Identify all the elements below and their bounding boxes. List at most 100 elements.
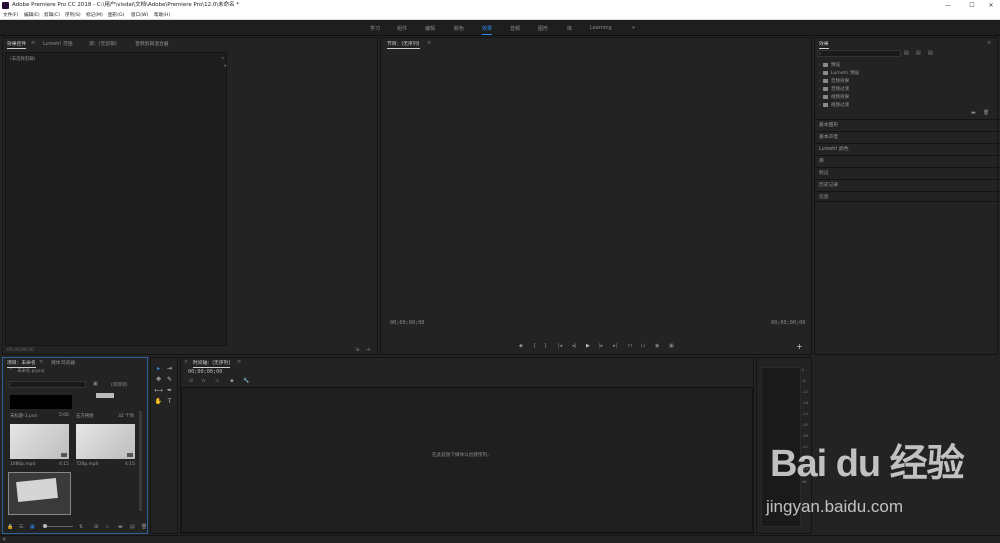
menu-file[interactable]: 文件(F) [3, 11, 18, 20]
workspace-color[interactable]: 颜色 [454, 25, 464, 32]
close-button[interactable]: ✕ [981, 0, 1000, 11]
panel-menu-icon[interactable]: ≡ [31, 40, 35, 46]
selection-tool-icon[interactable]: ▸ [154, 364, 163, 373]
new-bin-icon[interactable]: ▬ [971, 110, 976, 116]
go-to-out-icon[interactable]: ▸| [613, 343, 617, 349]
workspace-graphics[interactable]: 图形 [538, 25, 548, 32]
new-search-bin-icon[interactable]: ▣ [93, 381, 98, 387]
zoom-slider[interactable] [43, 524, 73, 528]
workspace-effects[interactable]: 效果 [482, 25, 493, 35]
extract-icon[interactable]: ⊔ [641, 343, 645, 349]
workspace-assembly[interactable]: 组件 [397, 25, 407, 32]
icon-view-icon[interactable]: ▦ [30, 524, 35, 530]
section-libraries[interactable]: 库 [815, 155, 1000, 166]
section-info[interactable]: 信息 [815, 191, 1000, 202]
hand-tool-icon[interactable]: ✋ [154, 397, 163, 406]
linked-selection-icon[interactable]: ⊃ [215, 378, 219, 384]
button-editor-add-icon[interactable]: + [796, 342, 803, 351]
section-lumetri-color[interactable]: Lumetri 颜色 [815, 143, 1000, 154]
effects-search-input[interactable]: ⌕ [817, 50, 901, 57]
tree-item-audio-transitions[interactable]: › 音频过渡 [819, 86, 849, 92]
menu-marker[interactable]: 标记(M) [86, 11, 103, 20]
section-markers[interactable]: 标记 [815, 167, 1000, 178]
new-item-icon[interactable]: ▤ [130, 524, 135, 530]
find-icon[interactable]: ⌕ [106, 524, 109, 530]
menu-edit[interactable]: 编辑(E) [24, 11, 40, 20]
nest-icon[interactable]: ⊙ [189, 378, 193, 384]
slip-tool-icon[interactable]: ⟷ [154, 386, 163, 395]
section-essential-sound[interactable]: 基本声音 [815, 131, 1000, 142]
tree-item-presets[interactable]: › 预设 [819, 62, 840, 68]
program-monitor-title[interactable]: 节目：(无序列) [387, 40, 420, 49]
maximize-button[interactable]: ☐ [962, 0, 982, 11]
pen-tool-icon[interactable]: ✒ [165, 386, 174, 395]
workspace-editing[interactable]: 编辑 [425, 25, 435, 32]
timeline-settings-icon[interactable]: 🔧 [243, 378, 249, 384]
scroll-up-icon[interactable]: ▲ [224, 63, 226, 67]
play-icon[interactable]: ▶ [586, 343, 590, 349]
tree-item-video-transitions[interactable]: › 视频过渡 [819, 102, 849, 108]
effects-panel-title[interactable]: 效果 [819, 40, 829, 49]
write-protect-icon[interactable]: 🔒 [7, 524, 13, 530]
panel-menu-icon[interactable]: ≡ [39, 359, 43, 365]
timeline-timecode[interactable]: 00;00;00;00 [188, 369, 222, 375]
yuv-effects-icon[interactable]: ▤ [928, 50, 933, 56]
tab-lumetri-scopes[interactable]: Lumetri 范围 [43, 40, 73, 47]
menu-window[interactable]: 窗口(W) [131, 11, 148, 20]
section-history[interactable]: 历史记录 [815, 179, 1000, 190]
tree-item-audio-effects[interactable]: › 音频效果 [819, 78, 849, 84]
tree-item-video-effects[interactable]: › 视频效果 [819, 94, 849, 100]
32bit-effects-icon[interactable]: ▤ [916, 50, 921, 56]
ripple-edit-tool-icon[interactable]: ✥ [154, 375, 163, 384]
menu-graphics[interactable]: 图形(G) [108, 11, 124, 20]
tab-source[interactable]: 源：(无剪辑) [89, 40, 117, 47]
tab-effect-controls[interactable]: 效果控件 [7, 40, 27, 49]
clip-thumbnail-1080p[interactable] [10, 424, 69, 459]
minimize-button[interactable]: — [938, 0, 958, 11]
clip-thumbnail-selected[interactable] [8, 472, 71, 515]
mark-in-icon[interactable]: { [533, 343, 536, 349]
section-essential-graphics[interactable]: 基本图形 [815, 119, 1000, 130]
workspace-learn[interactable]: 学习 [370, 25, 380, 32]
add-marker-icon[interactable]: ◆ [230, 378, 234, 384]
panel-menu-icon[interactable]: ≡ [427, 40, 431, 46]
tab-project[interactable]: 项目：未命名 [7, 359, 36, 368]
snap-icon[interactable]: ∩ [202, 378, 206, 384]
comparison-view-icon[interactable]: ▣ [669, 343, 674, 349]
new-bin-icon[interactable]: ▬ [118, 524, 123, 530]
razor-tool-icon[interactable]: ✎ [165, 375, 174, 384]
automate-to-sequence-icon[interactable]: ⊞ [94, 524, 98, 530]
tree-item-lumetri-presets[interactable]: › Lumetri 预设 [819, 70, 859, 76]
close-tab-icon[interactable]: × [184, 359, 188, 365]
go-to-in-icon[interactable]: |◂ [558, 343, 562, 349]
menu-sequence[interactable]: 序列(S) [65, 11, 81, 20]
step-forward-icon[interactable]: |▸ [599, 343, 603, 349]
export-icon[interactable]: ⇥ [366, 347, 370, 353]
type-tool-icon[interactable]: T [165, 397, 174, 406]
menu-help[interactable]: 帮助(H) [154, 11, 170, 20]
clip-thumbnail-psd[interactable] [10, 395, 72, 409]
timeline-title[interactable]: 时间轴：(无序列) [193, 359, 231, 368]
sort-icon[interactable]: ⇅ [79, 524, 83, 530]
timeline-drop-area[interactable]: 在此处放下媒体以创建序列。 [181, 387, 753, 533]
clear-icon[interactable]: 🗑 [141, 524, 147, 530]
expand-arrow-icon[interactable]: ▸ [222, 55, 224, 60]
workspace-more-button[interactable]: » [632, 25, 635, 31]
project-scrollbar[interactable] [139, 411, 142, 511]
track-select-tool-icon[interactable]: ⇥ [165, 364, 174, 373]
step-back-icon[interactable]: ◂| [572, 343, 576, 349]
delete-icon[interactable]: 🗑 [983, 110, 989, 116]
filter-icon[interactable]: ⇲ [355, 347, 359, 353]
project-search-input[interactable]: ⌕ [6, 381, 86, 388]
program-timecode-current[interactable]: 00;00;00;00 [390, 320, 424, 326]
menu-clip[interactable]: 剪辑(C) [44, 11, 60, 20]
workspace-audio[interactable]: 音频 [510, 25, 520, 32]
tab-media-browser[interactable]: 媒体浏览器 [51, 359, 75, 366]
clip-thumbnail-strip[interactable] [96, 393, 114, 398]
export-frame-icon[interactable]: ◉ [655, 343, 659, 349]
clip-thumbnail-720p[interactable] [76, 424, 135, 459]
lift-icon[interactable]: ⊓ [628, 343, 632, 349]
tab-audio-clip-mixer[interactable]: 音频剪辑混合器 [135, 40, 169, 47]
workspace-libraries[interactable]: 库 [567, 25, 572, 32]
add-marker-icon[interactable]: ◆ [519, 343, 523, 349]
